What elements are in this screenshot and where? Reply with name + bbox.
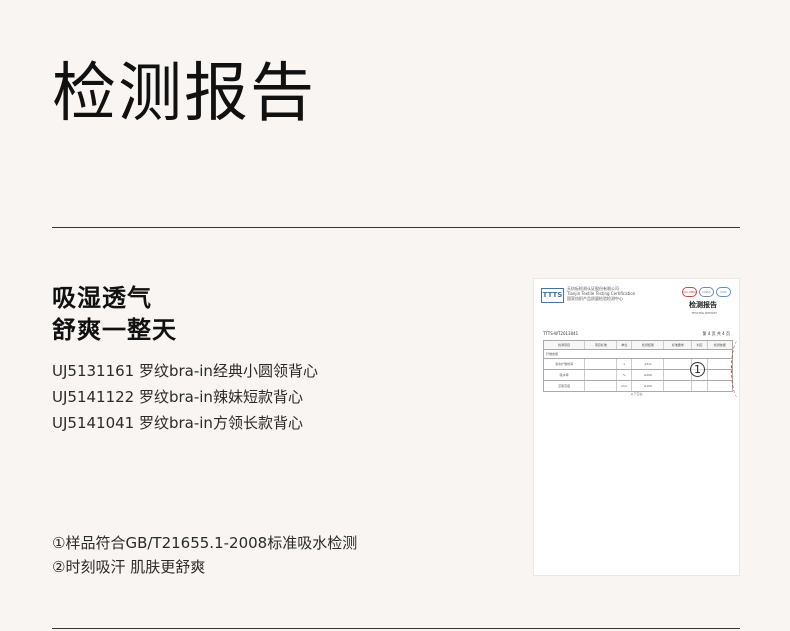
report-organization: 天纺标检测认证股份有限公司 Tianjin Textile Testing Ce… <box>567 286 636 301</box>
report-number: TTTS-WT2013041 <box>543 331 579 336</box>
report-title: 检测报告 TESTING REPORT <box>689 301 717 315</box>
page-title: 检测报告 <box>52 57 316 131</box>
product-list: UJ5131161 罗纹bra-in经典小圆领背心 UJ5141122 罗纹br… <box>52 358 318 436</box>
ilac-mark: ilac-MRA <box>682 287 697 297</box>
report-page: 第 4 页 共 4 页 <box>702 331 730 336</box>
report-meta: TTTS-WT2013041 第 4 页 共 4 页 <box>543 331 730 337</box>
test-notes: ①样品符合GB/T21655.1-2008标准吸水检测 ②时刻吸汗 肌肤更舒爽 <box>52 531 357 579</box>
note-item: ②时刻吸汗 肌肤更舒爽 <box>52 558 206 576</box>
bottom-divider <box>52 628 740 629</box>
headline-line-1: 吸湿透气 <box>52 284 152 312</box>
note-item: ①样品符合GB/T21655.1-2008标准吸水检测 <box>52 534 358 552</box>
section-heading: 吸湿透气 舒爽一整天 <box>52 282 177 346</box>
red-seal-mark <box>731 340 739 398</box>
report-footer: 以下空白 <box>630 392 643 396</box>
page: 检测报告 吸湿透气 舒爽一整天 UJ5131161 罗纹bra-in经典小圆领背… <box>0 0 790 631</box>
product-item: UJ5131161 罗纹bra-in经典小圆领背心 <box>52 362 318 380</box>
table-row: 纤维含量 <box>544 350 732 359</box>
table-header-row: 检测项目 项目标准 单位 检测结果 标准要求 判定 检测依据 <box>544 341 732 350</box>
test-report-image: TTTS 天纺标检测认证股份有限公司 Tianjin Textile Testi… <box>534 279 739 575</box>
cma-mark: CMA <box>716 287 731 297</box>
cnas-mark: CNAS <box>699 287 714 297</box>
product-item: UJ5141122 罗纹bra-in辣妹短款背心 <box>52 388 303 406</box>
top-divider <box>52 227 740 228</box>
number-stamp: 1 <box>690 362 705 377</box>
table-row: 芯吸高度 mm ≥100 <box>544 381 732 392</box>
certification-marks: ilac-MRA CNAS CMA <box>682 287 731 297</box>
headline-line-2: 舒爽一整天 <box>52 316 177 344</box>
product-item: UJ5141041 罗纹bra-in方领长款背心 <box>52 414 303 432</box>
